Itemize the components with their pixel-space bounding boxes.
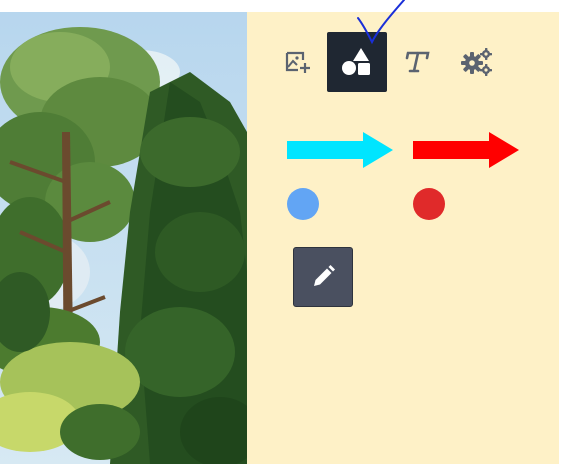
- text-t-icon: [405, 51, 430, 73]
- red-arrow-shape[interactable]: [413, 132, 519, 168]
- red-dot-shape[interactable]: [413, 188, 445, 220]
- tool-panel: [247, 12, 559, 464]
- gears-icon: [461, 48, 492, 76]
- cyan-arrow-shape[interactable]: [287, 132, 393, 168]
- red-arrow-path: [413, 132, 519, 168]
- shapes-button[interactable]: [327, 32, 387, 92]
- cyan-arrow-path: [287, 132, 393, 168]
- edit-button[interactable]: [293, 247, 353, 307]
- text-button[interactable]: [387, 32, 447, 92]
- pencil-icon: [314, 265, 335, 286]
- shapes-icon: [342, 48, 370, 75]
- add-image-button[interactable]: [267, 32, 327, 92]
- image-plus-icon: [285, 51, 310, 73]
- settings-button[interactable]: [447, 32, 507, 92]
- blue-dot-shape[interactable]: [287, 188, 319, 220]
- canvas-image: [0, 12, 247, 464]
